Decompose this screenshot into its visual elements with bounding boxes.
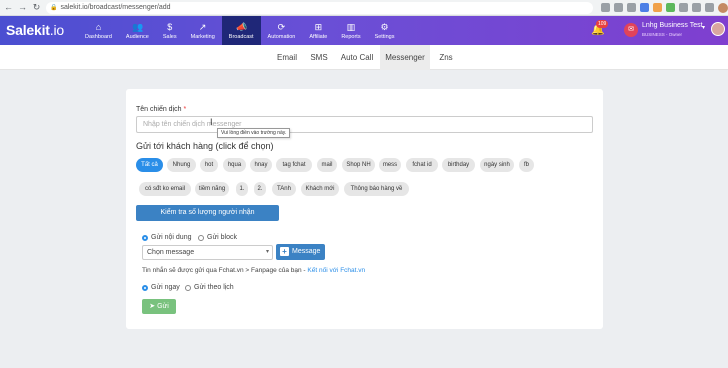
extension-icon[interactable] [666, 3, 676, 12]
tag-chip[interactable]: Thông báo hàng về [344, 182, 409, 196]
url-text: salekit.io/broadcast/messenger/add [60, 4, 171, 11]
extension-icon[interactable] [653, 3, 663, 12]
users-icon: 👥 [132, 21, 144, 32]
nav-broadcast[interactable]: 📣 Broadcast [221, 16, 261, 45]
tag-chip[interactable]: 1. [236, 182, 248, 196]
chevron-down-icon: ▾ [265, 249, 269, 255]
tag-row: Tất cả Nhung hot hqua hnay tag fchat mai… [136, 158, 596, 172]
gear-icon: ⚙ [380, 21, 389, 32]
add-message-button[interactable]: + Message [276, 244, 325, 260]
tag-chip[interactable]: mess [379, 158, 401, 172]
tag-chip[interactable]: Nhung [167, 158, 196, 172]
nav-dashboard[interactable]: ⌂ Dashboard [78, 16, 119, 45]
tab-messenger[interactable]: Messenger [380, 45, 430, 70]
nav-settings[interactable]: ⚙ Settings [368, 16, 402, 45]
fchat-info: Tin nhắn sẽ được gửi qua Fchat.vn > Fanp… [142, 267, 366, 274]
main-nav: ⌂ Dashboard 👥 Audience $ Sales ↗ Marketing 📣… [78, 16, 401, 45]
plus-icon: + [280, 246, 289, 256]
back-icon[interactable]: ← [3, 2, 14, 13]
chart-icon: ↗ [198, 21, 207, 32]
tag-chip[interactable]: 2. [254, 182, 266, 196]
account-name[interactable]: Lnhg Business Test [642, 22, 703, 29]
salekit-logo[interactable]: Salekit.io [6, 22, 64, 38]
translate-icon[interactable] [601, 3, 611, 12]
send-now-label: Gửi ngay [151, 284, 180, 291]
nav-affiliate[interactable]: ⊞ Affiliate [302, 16, 334, 45]
send-to-title: Gửi tới khách hàng (click để chọn) [136, 141, 274, 151]
account-plan: BUSINESS - Owner [642, 32, 683, 37]
send-content-radio[interactable] [142, 235, 148, 241]
nav-reports[interactable]: ▥ Reports [334, 16, 367, 45]
avatar[interactable] [711, 22, 725, 36]
tag-chip[interactable]: tag fchat [276, 158, 312, 172]
tag-chip[interactable]: birthday [442, 158, 475, 172]
campaign-name-input[interactable]: Nhập tên chiến dịch messenger [136, 116, 593, 133]
tab-zns[interactable]: Zns [434, 45, 458, 70]
forward-icon[interactable]: → [17, 2, 28, 13]
nav-marketing[interactable]: ↗ Marketing [184, 16, 222, 45]
browser-toolbar: ← → ↻ 🔒 salekit.io/broadcast/messenger/a… [0, 0, 728, 16]
tag-row: có sđt ko email tiềm năng 1. 2. TAnh Khá… [136, 182, 596, 196]
extensions-puzzle-icon[interactable] [679, 3, 689, 12]
lock-icon: 🔒 [49, 5, 58, 11]
reading-list-icon[interactable] [692, 3, 702, 12]
share-icon[interactable] [614, 3, 624, 12]
send-now-radio[interactable] [142, 285, 148, 291]
address-bar[interactable]: 🔒 salekit.io/broadcast/messenger/add [45, 1, 594, 14]
validation-tooltip: Vui lòng điền vào trường này. [217, 128, 291, 138]
tag-chip[interactable]: hnay [250, 158, 272, 172]
chevron-down-icon[interactable]: ▾ [702, 24, 705, 31]
tag-chip[interactable]: có sđt ko email [139, 182, 191, 196]
tag-chip[interactable]: ngày sinh [480, 158, 514, 172]
megaphone-icon: 📣 [236, 21, 248, 32]
bar-chart-icon: ▥ [346, 21, 356, 32]
message-select[interactable]: Chọn message ▾ [142, 245, 273, 260]
check-recipients-button[interactable]: Kiểm tra số lượng người nhận [136, 205, 279, 221]
tab-sms[interactable]: SMS [305, 45, 333, 70]
broadcast-tabs: Email SMS Auto Call Messenger Zns [0, 45, 728, 70]
reload-icon[interactable]: ↻ [31, 2, 42, 13]
nav-audience[interactable]: 👥 Audience [119, 16, 156, 45]
tag-chip[interactable]: hqua [223, 158, 246, 172]
tab-email[interactable]: Email [271, 45, 303, 70]
sidebar-icon[interactable] [705, 3, 715, 12]
notification-badge: 109 [596, 20, 609, 28]
fchat-connect-link[interactable]: Kết nối với Fchat.vn [307, 267, 365, 274]
send-icon: ➤ [149, 303, 156, 310]
extension-icon[interactable] [640, 3, 650, 12]
tag-chip[interactable]: Shop NH [342, 158, 375, 172]
send-block-radio[interactable] [198, 235, 204, 241]
nav-automation[interactable]: ⟳ Automation [261, 16, 303, 45]
campaign-name-label: Tên chiến dịch * [136, 106, 187, 113]
dollar-icon: $ [167, 21, 173, 32]
tab-auto-call[interactable]: Auto Call [336, 45, 378, 70]
tag-chip[interactable]: hot [200, 158, 218, 172]
profile-avatar[interactable] [718, 2, 728, 13]
tag-chip[interactable]: TAnh [272, 182, 296, 196]
sitemap-icon: ⊞ [314, 21, 323, 32]
refresh-icon: ⟳ [277, 21, 286, 32]
send-button[interactable]: ➤ Gửi [142, 299, 176, 314]
nav-sales[interactable]: $ Sales [156, 16, 184, 45]
send-schedule-label: Gửi theo lịch [194, 284, 234, 291]
tag-chip[interactable]: tiềm năng [195, 182, 229, 196]
tag-chip[interactable]: fb [519, 158, 534, 172]
star-icon[interactable] [627, 3, 637, 12]
text-cursor-icon: I [210, 117, 213, 127]
send-schedule-radio[interactable] [185, 285, 191, 291]
send-content-label: Gửi nội dung [151, 234, 192, 241]
send-block-label: Gửi block [207, 234, 237, 241]
tag-chip[interactable]: Tất cả [136, 158, 163, 172]
app-header: Salekit.io ⌂ Dashboard 👥 Audience $ Sales ↗… [0, 16, 728, 45]
account-icon[interactable]: ✉ [624, 23, 638, 37]
tag-chip[interactable]: Khách mới [301, 182, 339, 196]
house-icon: ⌂ [95, 21, 102, 32]
tag-chip[interactable]: mail [317, 158, 337, 172]
tag-chip[interactable]: fchat id [406, 158, 438, 172]
